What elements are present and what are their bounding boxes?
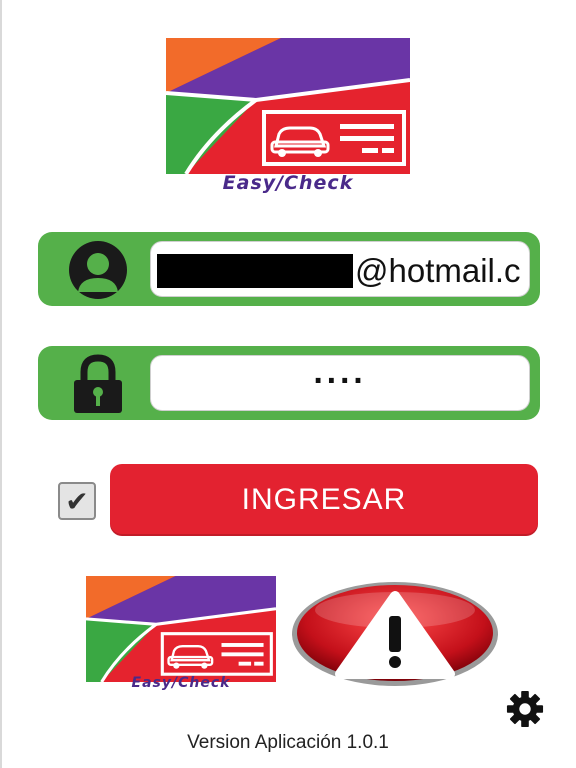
email-field-container: @hotmail.c [38, 232, 540, 306]
warning-button[interactable] [290, 578, 500, 688]
email-field[interactable]: @hotmail.c [150, 241, 530, 297]
logo-graphic-small [86, 576, 276, 682]
password-field-container: ···· [38, 346, 540, 420]
user-icon [60, 240, 136, 300]
brand-name-small: Easy/Check [131, 675, 231, 691]
window-edge [0, 0, 2, 768]
brand-name: Easy/Check [222, 172, 354, 194]
warning-icon [292, 582, 498, 686]
password-value: ···· [313, 362, 367, 400]
lock-icon [60, 354, 136, 414]
logo-graphic [166, 38, 410, 174]
checkmark-icon: ✔ [65, 484, 89, 518]
app-logo [166, 38, 410, 174]
gear-icon[interactable] [506, 690, 544, 728]
login-button[interactable]: INGRESAR [110, 464, 538, 536]
app-version: Version Aplicación 1.0.1 [187, 732, 389, 753]
email-value: @hotmail.c [355, 252, 521, 289]
redacted-username [157, 254, 353, 288]
remember-checkbox[interactable]: ✔ [58, 482, 96, 520]
password-field[interactable]: ···· [150, 355, 530, 411]
app-logo-small [86, 576, 276, 682]
